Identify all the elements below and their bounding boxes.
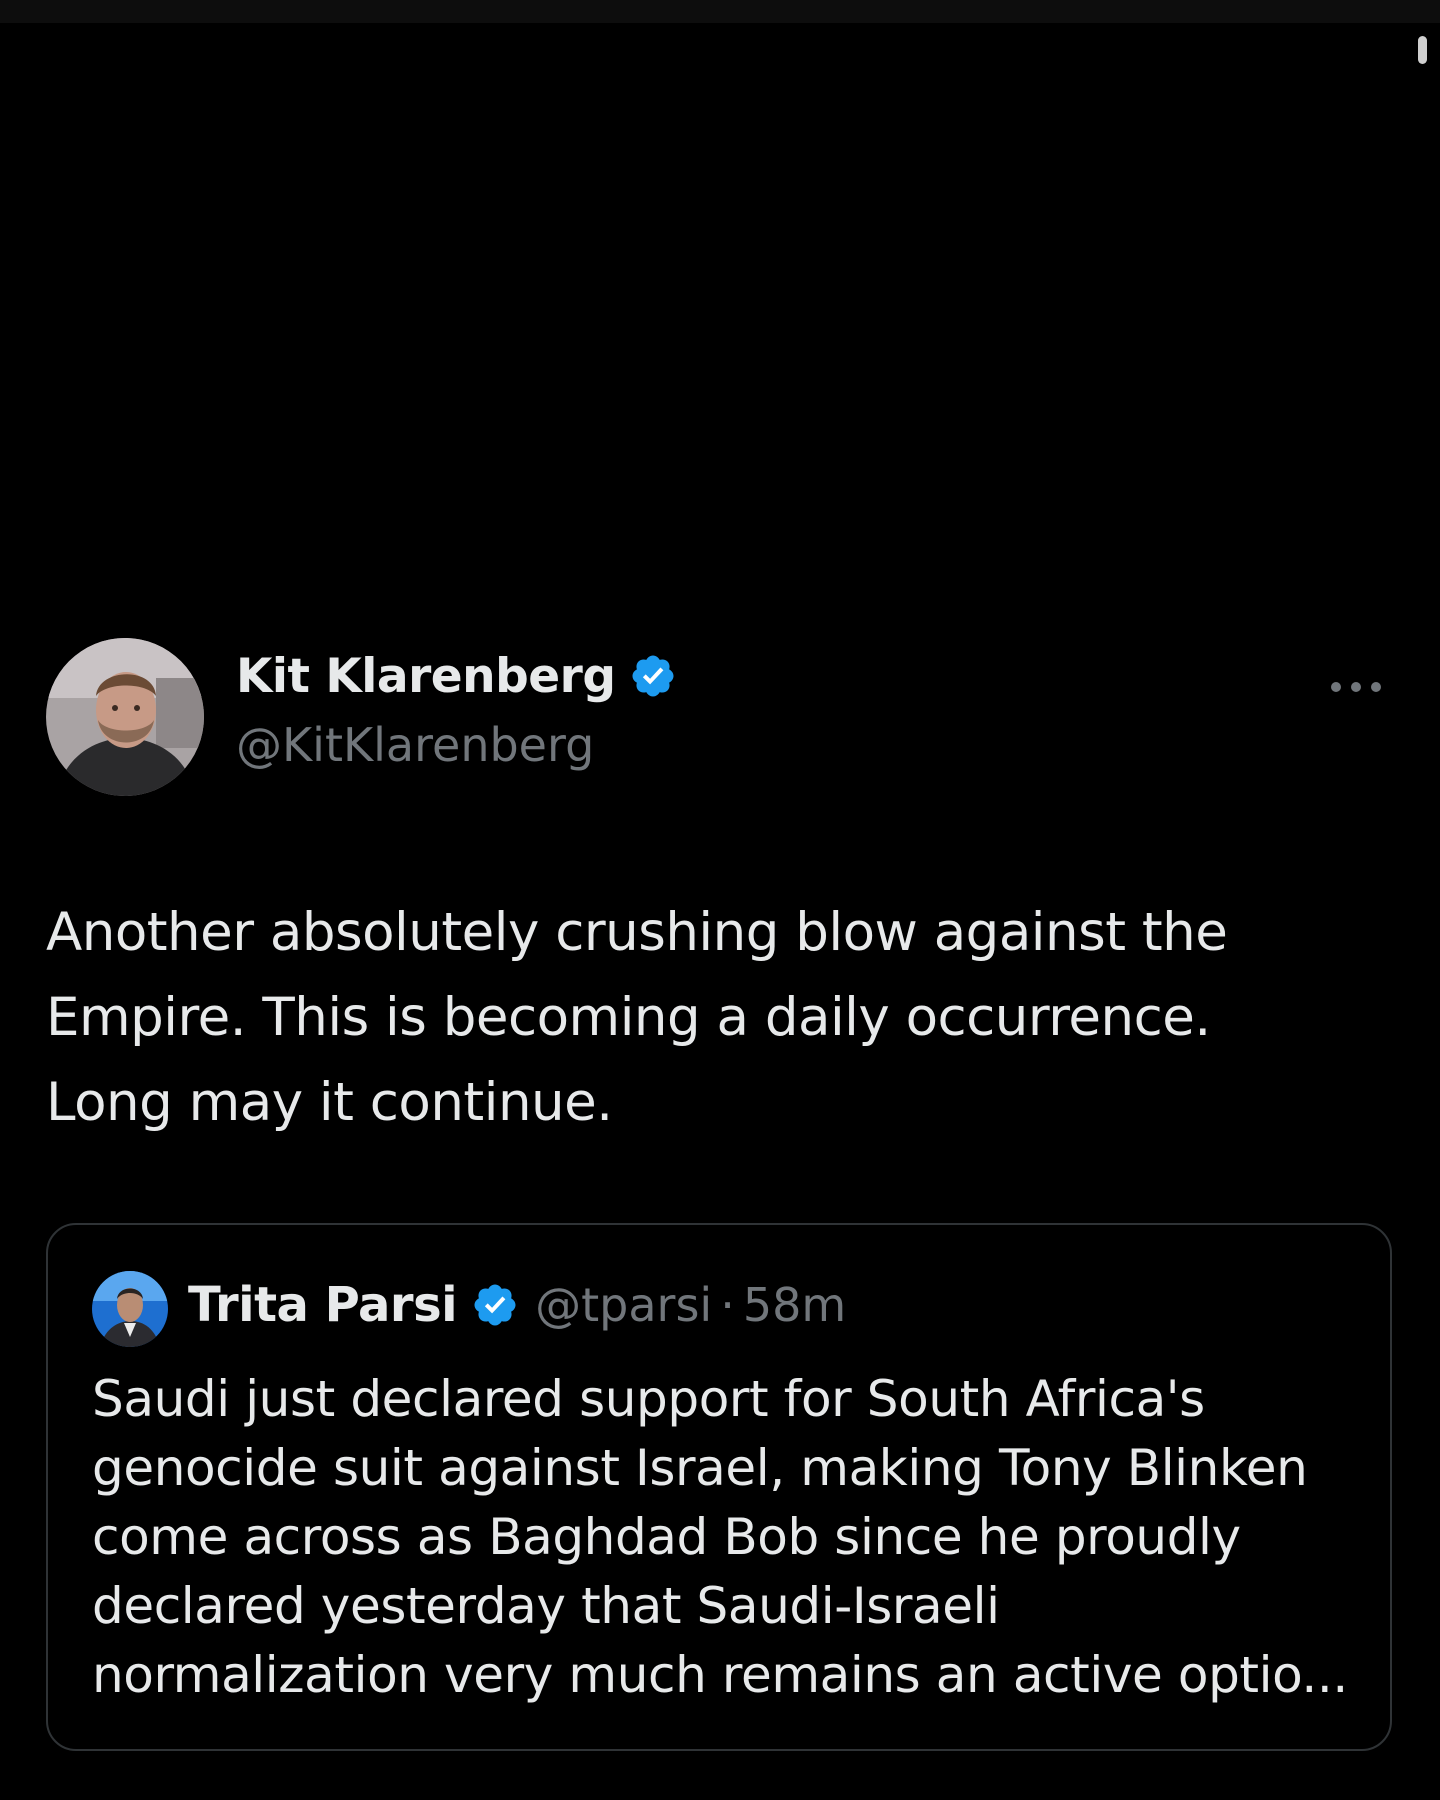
quoted-author-avatar-image bbox=[92, 1271, 168, 1347]
quoted-tweet-timestamp[interactable]: 58m bbox=[743, 1282, 846, 1328]
quoted-text-line: declared yesterday that Saudi-Israeli bbox=[92, 1577, 1000, 1635]
author-handle[interactable]: @KitKlarenberg bbox=[236, 722, 594, 768]
tweet-text: Another absolutely crushing blow against… bbox=[46, 890, 1386, 1145]
quoted-text-line: come across as Baghdad Bob since he prou… bbox=[92, 1508, 1241, 1566]
separator-dot: · bbox=[720, 1278, 735, 1332]
quoted-text-line: genocide suit against Israel, making Ton… bbox=[92, 1439, 1308, 1497]
quoted-text-line: Saudi just declared support for South Af… bbox=[92, 1370, 1205, 1428]
scrollbar-thumb[interactable] bbox=[1418, 36, 1427, 64]
quoted-text-line: normalization very much remains an activ… bbox=[92, 1646, 1348, 1704]
author-avatar[interactable] bbox=[46, 638, 204, 796]
tweet-text-line: Empire. This is becoming a daily occurre… bbox=[46, 987, 1211, 1048]
tweet-text-line: Another absolutely crushing blow against… bbox=[46, 902, 1228, 963]
quoted-author-handle[interactable]: @tparsi bbox=[535, 1282, 712, 1328]
quoted-author-avatar[interactable] bbox=[92, 1271, 168, 1347]
verified-badge-icon bbox=[474, 1284, 516, 1326]
author-name-row[interactable]: Kit Klarenberg bbox=[236, 652, 677, 700]
quoted-tweet-header: Trita Parsi @tparsi · 58m bbox=[188, 1281, 846, 1329]
quoted-tweet-text: Saudi just declared support for South Af… bbox=[92, 1365, 1362, 1710]
top-status-strip bbox=[0, 0, 1440, 23]
verified-badge-icon bbox=[632, 655, 674, 697]
quoted-tweet-card[interactable]: Trita Parsi @tparsi · 58m Saudi just dec… bbox=[46, 1223, 1392, 1751]
author-name[interactable]: Kit Klarenberg bbox=[236, 653, 616, 700]
more-options-icon bbox=[1331, 682, 1381, 692]
quoted-author-name[interactable]: Trita Parsi bbox=[188, 1281, 458, 1329]
tweet-text-line: Long may it continue. bbox=[46, 1072, 613, 1133]
author-avatar-image bbox=[46, 638, 204, 796]
more-options-button[interactable] bbox=[1326, 670, 1386, 704]
